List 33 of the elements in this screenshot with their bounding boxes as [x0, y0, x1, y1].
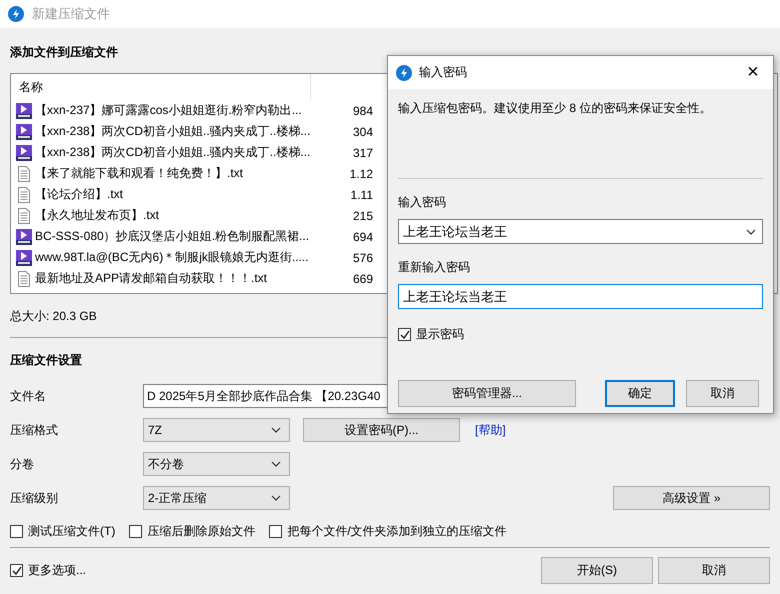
section-heading: 压缩文件设置 [10, 352, 83, 369]
file-name: 最新地址及APP请发邮箱自动获取！！！.txt [35, 270, 268, 287]
file-size: 576 [352, 250, 373, 264]
checkbox-label: 显示密码 [416, 326, 464, 343]
file-size: 669 [352, 272, 373, 286]
field-label: 输入密码 [398, 194, 447, 211]
window-title: 新建压缩文件 [32, 5, 110, 23]
total-size: 总大小: 20.3 GB [10, 308, 98, 325]
file-name: 【xxn-237】娜可露露cos小姐姐逛街.粉窄内勒出... [35, 102, 303, 119]
file-size: 215 [352, 208, 373, 222]
checkbox-label: 测试压缩文件(T) [28, 522, 116, 540]
file-size: 984 [352, 104, 373, 118]
field-label: 压缩格式 [10, 422, 59, 438]
field-label: 重新输入密码 [398, 259, 471, 276]
file-size: 694 [352, 230, 373, 244]
file-size: 317 [352, 146, 373, 160]
file-name: 【xxn-238】两次CD初音小姐姐..骚内夹成丁..楼梯... [35, 123, 312, 140]
field-label: 压缩级别 [10, 490, 59, 506]
field-label: 文件名 [10, 388, 47, 404]
file-name: 【永久地址发布页】.txt [35, 207, 160, 224]
file-name: 【论坛介绍】.txt [35, 186, 124, 203]
field-label: 分卷 [10, 456, 35, 472]
hint-text: 输入压缩包密码。建议使用至少 8 位的密码来保证安全性。 [398, 100, 712, 117]
file-size: 1.11 [350, 188, 373, 202]
checkbox-label: 更多选项... [28, 562, 86, 578]
file-name: BC-SSS-080）抄底汉堡店小姐姐.粉色制服配黑裙... [35, 228, 310, 245]
file-name: 【来了就能下载和观看！纯免费！】.txt [35, 165, 244, 182]
file-size: 304 [352, 124, 373, 138]
file-name: 【xxn-238】两次CD初音小姐姐..骚内夹成丁..楼梯... [35, 144, 312, 161]
file-name: www.98T.la@(BC无内6)＊制服jk眼镜娘无内逛街..... [35, 249, 310, 266]
section-heading: 添加文件到压缩文件 [10, 44, 119, 61]
dialog-title: 输入密码 [419, 64, 468, 81]
file-size: 1.12 [348, 166, 373, 180]
